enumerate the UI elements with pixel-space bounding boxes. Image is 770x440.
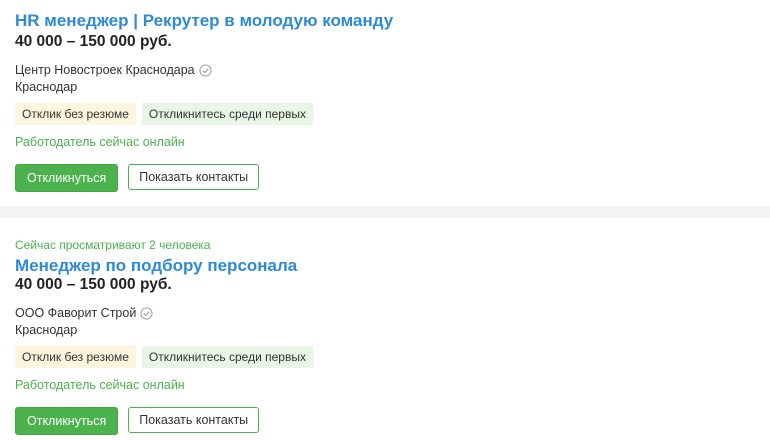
vacancy-actions: Откликнуться Показать контакты (15, 164, 260, 192)
show-contacts-button[interactable]: Показать контакты (128, 164, 260, 190)
respond-button[interactable]: Откликнуться (15, 407, 119, 435)
tag-no-resume: Отклик без резюме (15, 346, 136, 368)
vacancy-title-link[interactable]: HR менеджер | Рекрутер в молодую команду (15, 11, 393, 31)
viewers-count: Сейчас просматривают 2 человека (15, 238, 211, 252)
respond-button[interactable]: Откликнуться (15, 164, 119, 192)
vacancy-salary: 40 000 – 150 000 руб. (15, 33, 172, 50)
show-contacts-button[interactable]: Показать контакты (128, 407, 260, 433)
tag-no-resume: Отклик без резюме (15, 103, 136, 125)
vacancy-tags: Отклик без резюме Откликнитесь среди пер… (15, 346, 313, 368)
vacancy-city: Краснодар (15, 323, 78, 337)
employer-online-status: Работодатель сейчас онлайн (15, 135, 185, 149)
vacancy-card: Сейчас просматривают 2 человека Менеджер… (0, 218, 770, 440)
employer-online-status: Работодатель сейчас онлайн (15, 378, 185, 392)
vacancy-city: Краснодар (15, 80, 78, 94)
vacancy-title-link[interactable]: Менеджер по подбору персонала (15, 256, 297, 276)
company-name-link[interactable]: Центр Новостроек Краснодара (15, 63, 212, 78)
vacancy-salary: 40 000 – 150 000 руб. (15, 276, 172, 293)
vacancy-actions: Откликнуться Показать контакты (15, 407, 260, 435)
vacancy-tags: Отклик без резюме Откликнитесь среди пер… (15, 103, 313, 125)
vacancy-card: HR менеджер | Рекрутер в молодую команду… (0, 0, 770, 206)
check-circle-icon (140, 307, 153, 320)
company-name-link[interactable]: ООО Фаворит Строй (15, 306, 153, 321)
check-circle-icon (199, 64, 212, 77)
company-name: Центр Новостроек Краснодара (15, 63, 195, 77)
company-name: ООО Фаворит Строй (15, 306, 137, 320)
tag-respond-first: Откликнитесь среди первых (141, 103, 313, 125)
tag-respond-first: Откликнитесь среди первых (141, 346, 313, 368)
